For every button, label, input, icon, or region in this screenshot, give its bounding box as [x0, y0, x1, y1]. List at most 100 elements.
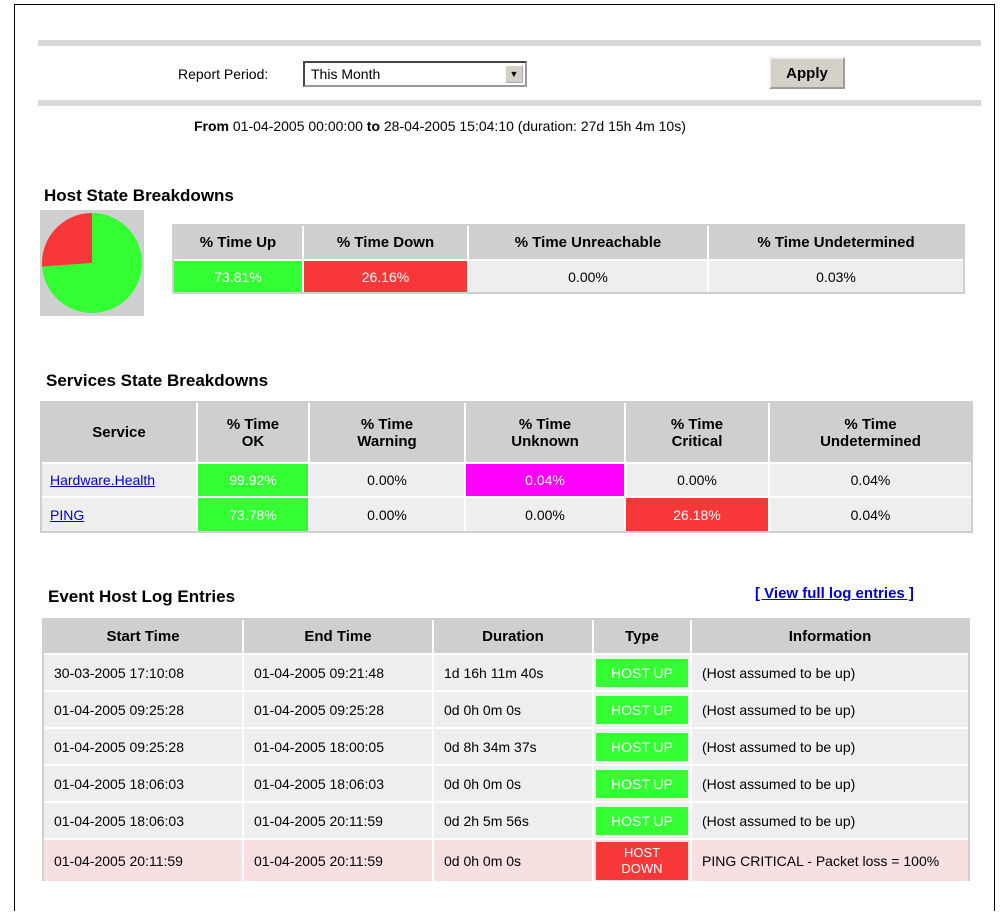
report-controls: Report Period: This Month ▼ Apply From 0… — [38, 40, 981, 146]
service-link-hardware-health[interactable]: Hardware.Health — [50, 472, 155, 488]
log-row: 01-04-2005 18:06:03 01-04-2005 18:06:03 … — [44, 764, 968, 802]
header-time-unknown: % Time Unknown — [465, 403, 626, 463]
header-undetermined-line1: % Time — [844, 415, 897, 433]
log-start-time: 01-04-2005 09:25:28 — [44, 727, 244, 765]
header-time-undetermined: % Time Undetermined — [708, 226, 963, 260]
log-end-time: 01-04-2005 18:06:03 — [243, 764, 434, 802]
header-service: Service — [42, 403, 198, 463]
view-full-log-link[interactable]: [ View full log entries ] — [755, 585, 914, 602]
log-type-badge: HOST UP — [596, 658, 688, 687]
header-start-time: Start Time — [44, 620, 244, 654]
chevron-down-icon[interactable]: ▼ — [505, 65, 523, 83]
log-duration: 0d 0h 0m 0s — [433, 838, 594, 881]
service-name-cell: PING — [42, 496, 198, 531]
service-undetermined-value: 0.04% — [769, 462, 971, 497]
log-row: 01-04-2005 09:25:28 01-04-2005 09:25:28 … — [44, 690, 968, 728]
log-duration: 1d 16h 11m 40s — [433, 653, 594, 691]
service-link-ping[interactable]: PING — [50, 507, 84, 523]
service-critical-value: 0.00% — [625, 462, 770, 497]
log-information: (Host assumed to be up) — [691, 727, 968, 765]
log-end-time: 01-04-2005 20:11:59 — [243, 838, 434, 881]
log-type-cell: HOST UP — [593, 727, 692, 765]
report-period-row: Report Period: This Month ▼ Apply — [38, 46, 981, 100]
event-log-header-row: Start Time End Time Duration Type Inform… — [44, 620, 968, 654]
log-type-cell: HOST UP — [593, 690, 692, 728]
service-name-cell: Hardware.Health — [42, 462, 198, 497]
from-value: 01-04-2005 00:00:00 — [232, 118, 363, 134]
service-unknown-value: 0.04% — [465, 462, 626, 497]
event-log-table: Start Time End Time Duration Type Inform… — [42, 618, 970, 881]
header-warning-line2: Warning — [357, 432, 417, 450]
log-type-line1: HOST — [623, 844, 661, 860]
header-information: Information — [691, 620, 968, 654]
event-log-title: Event Host Log Entries — [48, 587, 236, 606]
value-time-up: 73.81% — [174, 259, 304, 292]
header-time-up: % Time Up — [174, 226, 304, 260]
value-time-unreachable: 0.00% — [468, 259, 709, 292]
log-type-cell: HOST DOWN — [593, 838, 692, 881]
log-type-badge: HOST UP — [596, 806, 688, 835]
host-state-table: % Time Up % Time Down % Time Unreachable… — [172, 224, 965, 294]
header-unknown-line2: Unknown — [511, 432, 579, 450]
duration-text: (duration: 27d 15h 4m 10s) — [517, 118, 686, 134]
from-label: From — [194, 118, 229, 134]
log-type-line2: DOWN — [621, 860, 663, 876]
log-row: 01-04-2005 09:25:28 01-04-2005 18:00:05 … — [44, 727, 968, 765]
host-state-title: Host State Breakdowns — [44, 186, 234, 205]
log-row: 01-04-2005 18:06:03 01-04-2005 20:11:59 … — [44, 801, 968, 839]
header-time-down: % Time Down — [303, 226, 469, 260]
report-period-select[interactable]: This Month ▼ — [303, 61, 527, 87]
header-warning-line1: % Time — [360, 415, 414, 433]
header-time-undetermined-svc: % Time Undetermined — [769, 403, 971, 463]
service-warning-value: 0.00% — [309, 496, 466, 531]
service-undetermined-value: 0.04% — [769, 496, 971, 531]
log-end-time: 01-04-2005 09:25:28 — [243, 690, 434, 728]
service-row: Hardware.Health 99.92% 0.00% 0.04% 0.00%… — [42, 462, 971, 497]
services-header-row: Service % Time OK % Time Warning % Time Unk… — [42, 403, 971, 463]
header-undetermined-line2: Undetermined — [820, 432, 921, 450]
log-information: (Host assumed to be up) — [691, 690, 968, 728]
log-type-badge: HOST DOWN — [596, 841, 688, 880]
header-type: Type — [593, 620, 692, 654]
date-range-text: From 01-04-2005 00:00:00 to 28-04-2005 1… — [194, 118, 686, 134]
log-end-time: 01-04-2005 20:11:59 — [243, 801, 434, 839]
header-critical-line1: % Time — [670, 415, 724, 433]
log-information: (Host assumed to be up) — [691, 801, 968, 839]
log-start-time: 01-04-2005 18:06:03 — [44, 764, 244, 802]
header-time-ok: % Time OK — [197, 403, 310, 463]
service-row: PING 73.78% 0.00% 0.00% 26.18% 0.04% — [42, 496, 971, 531]
to-value: 28-04-2005 15:04:10 — [383, 118, 514, 134]
service-unknown-value: 0.00% — [465, 496, 626, 531]
log-end-time: 01-04-2005 09:21:48 — [243, 653, 434, 691]
log-duration: 0d 0h 0m 0s — [433, 764, 594, 802]
log-duration: 0d 2h 5m 56s — [433, 801, 594, 839]
log-information: (Host assumed to be up) — [691, 764, 968, 802]
host-state-value-row: 73.81% 26.16% 0.00% 0.03% — [174, 259, 963, 292]
report-period-label: Report Period: — [178, 66, 269, 82]
log-start-time: 30-03-2005 17:10:08 — [44, 653, 244, 691]
log-type-badge: HOST UP — [596, 695, 688, 724]
pie-slice-down — [41, 213, 92, 267]
log-type-badge: HOST UP — [596, 769, 688, 798]
log-duration: 0d 8h 34m 37s — [433, 727, 594, 765]
header-end-time: End Time — [243, 620, 434, 654]
log-type-cell: HOST UP — [593, 653, 692, 691]
log-row: 30-03-2005 17:10:08 01-04-2005 09:21:48 … — [44, 653, 968, 691]
log-start-time: 01-04-2005 18:06:03 — [44, 801, 244, 839]
service-ok-value: 73.78% — [197, 496, 310, 531]
apply-button[interactable]: Apply — [769, 57, 845, 89]
log-type-cell: HOST UP — [593, 801, 692, 839]
log-end-time: 01-04-2005 18:00:05 — [243, 727, 434, 765]
report-period-value: This Month — [311, 66, 381, 82]
log-information: (Host assumed to be up) — [691, 653, 968, 691]
host-state-pie-chart — [40, 210, 144, 316]
log-start-time: 01-04-2005 20:11:59 — [44, 838, 244, 881]
log-start-time: 01-04-2005 09:25:28 — [44, 690, 244, 728]
log-duration: 0d 0h 0m 0s — [433, 690, 594, 728]
service-warning-value: 0.00% — [309, 462, 466, 497]
header-ok-line2: OK — [241, 432, 265, 450]
services-state-title: Services State Breakdowns — [46, 371, 269, 390]
value-time-undetermined: 0.03% — [708, 259, 963, 292]
service-ok-value: 99.92% — [197, 462, 310, 497]
header-time-warning: % Time Warning — [309, 403, 466, 463]
